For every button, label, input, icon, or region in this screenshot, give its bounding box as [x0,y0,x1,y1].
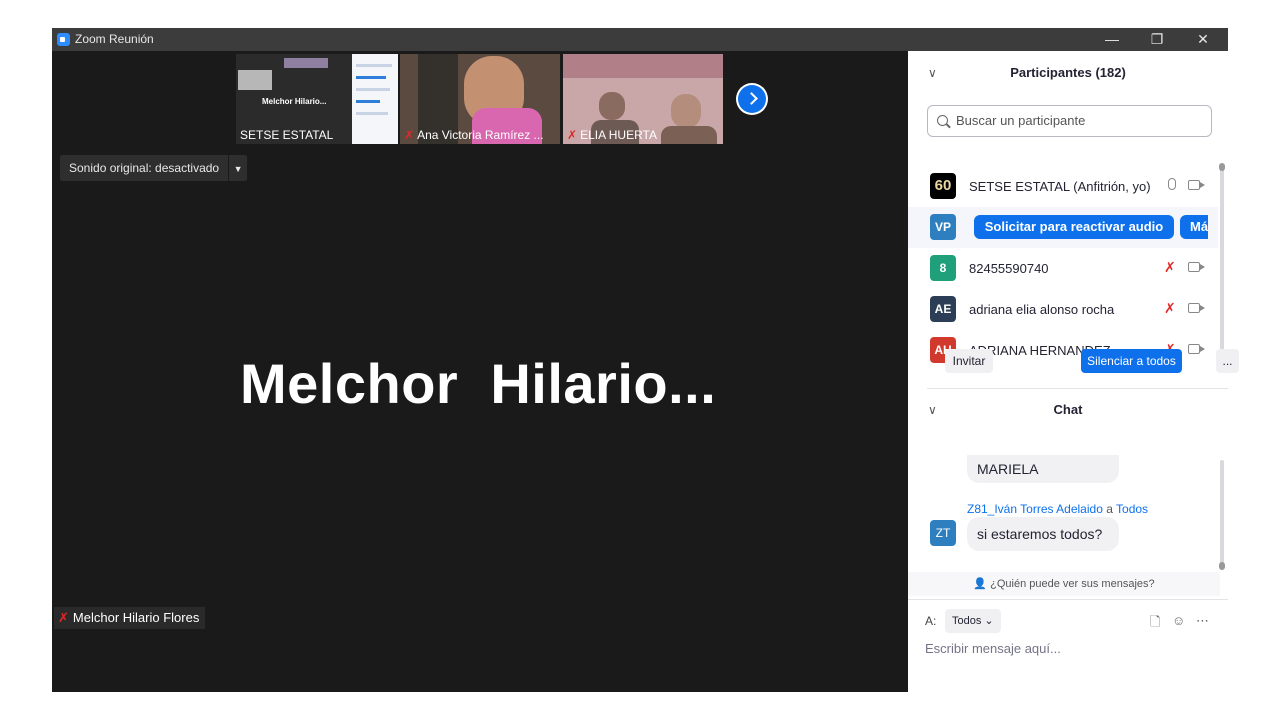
participants-title: Participantes (182) [1010,65,1126,80]
recipient-select-value: Todos [952,615,982,627]
close-button[interactable]: ✕ [1180,28,1226,51]
chat-message-header: Z81_Iván Torres Adelaido a Todos [967,502,1148,516]
chat-to-word: a [1106,502,1113,516]
participant-row[interactable]: VP Solicitar para reactivar audio Más [908,207,1218,248]
avatar: AE [930,296,956,322]
composer-divider [908,599,1228,600]
more-button[interactable]: Más [1180,215,1208,239]
chevron-down-icon: ⌄ [984,615,994,627]
side-panel: ∨ Participantes (182) Buscar un particip… [908,51,1239,692]
shared-window-preview [352,54,398,144]
title-bar: Zoom Reunión — ❐ ✕ [52,28,1228,51]
zoom-window: Zoom Reunión — ❐ ✕ Melchor Hilario... SE… [52,28,1239,692]
search-icon [937,115,948,126]
video-thumbnail[interactable]: ✗ ELIA HUERTA [563,54,723,144]
muted-mic-icon: ✗ [567,128,578,142]
participants-scroll-thumb[interactable] [1219,163,1225,171]
person-lock-icon: 👤 [973,578,988,590]
file-icon[interactable]: 🗋 [1150,613,1160,635]
video-camera-icon[interactable] [1188,262,1205,272]
participant-row[interactable]: AE adriana elia alonso rocha ✗ [908,289,1218,330]
participant-search-input[interactable]: Buscar un participante [927,105,1212,137]
chevron-down-icon[interactable]: ∨ [928,388,937,432]
muted-mic-icon[interactable]: ✗ [1164,300,1176,317]
video-thumbnail[interactable]: Melchor Hilario... SETSE ESTATAL [236,54,398,144]
emoji-icon[interactable]: ☺ [1172,613,1185,628]
ask-to-unmute-button[interactable]: Solicitar para reactivar audio [974,215,1174,239]
participant-row[interactable]: 60 SETSE ESTATAL (Anfitrión, yo) [908,166,1218,207]
chat-message: MARIELA [967,455,1119,483]
chat-header: ∨ Chat [908,388,1228,432]
chat-recipient: Todos [1116,502,1149,516]
participants-scrollbar[interactable] [1220,166,1224,361]
participant-name: 82455590740 [969,261,1049,276]
video-camera-icon[interactable] [1188,344,1205,354]
thumbnail-name-text: ELIA HUERTA [580,128,657,142]
to-label: A: [925,614,937,628]
video-thumbnail[interactable]: ✗ Ana Victoria Ramírez ... [400,54,560,144]
avatar: VP [930,214,956,240]
mic-icon[interactable] [1168,178,1176,190]
chevron-down-icon[interactable]: ∨ [928,51,937,95]
meeting-stage: Melchor Hilario... SETSE ESTATAL ✗ Ana Vi… [52,51,908,692]
thumbnail-name: ✗ Ana Victoria Ramírez ... [404,128,544,142]
thumbnail-name-text: Ana Victoria Ramírez ... [417,128,544,142]
participant-name: SETSE ESTATAL (Anfitrión, yo) [969,179,1151,194]
avatar: 8 [930,255,956,281]
chat-scroll-thumb[interactable] [1219,562,1225,570]
participant-row[interactable]: 8 82455590740 ✗ [908,248,1218,289]
recipient-select[interactable]: Todos ⌄ [945,609,1001,633]
next-page-button[interactable] [736,83,768,115]
active-speaker-name: Melchor Hilario... [240,352,717,415]
preview-speaker-text: Melchor Hilario... [262,97,327,106]
original-sound-toggle[interactable]: Sonido original: desactivado ▼ [60,155,248,182]
search-placeholder: Buscar un participante [956,113,1086,128]
message-input[interactable]: Escribir mensaje aquí... [925,641,1061,656]
muted-mic-icon: ✗ [58,610,69,625]
more-icon[interactable]: ⋯ [1196,613,1209,629]
muted-mic-icon[interactable]: ✗ [1164,259,1176,276]
zoom-logo-icon [57,33,70,46]
minimize-button[interactable]: — [1089,28,1135,51]
muted-mic-icon: ✗ [404,128,415,142]
invite-button[interactable]: Invitar [945,349,993,373]
who-can-see-text: ¿Quién puede ver sus mensajes? [990,578,1155,590]
thumbnail-name: ✗ ELIA HUERTA [567,128,657,142]
video-camera-icon[interactable] [1188,303,1205,313]
more-options-button[interactable]: ... [1216,349,1239,373]
who-can-see-link[interactable]: 👤 ¿Quién puede ver sus mensajes? [908,572,1220,596]
avatar: 60 [930,173,956,199]
restore-button[interactable]: ❐ [1134,28,1180,51]
window-title: Zoom Reunión [75,32,154,46]
chat-title: Chat [1053,402,1083,417]
participant-name: adriana elia alonso rocha [969,302,1115,317]
chat-scrollbar[interactable] [1220,460,1224,564]
speaker-name-tag-text: Melchor Hilario Flores [72,610,200,625]
video-camera-icon[interactable] [1188,180,1205,190]
speaker-name-tag: ✗ Melchor Hilario Flores [54,607,206,629]
avatar: ZT [930,520,956,546]
mute-all-button[interactable]: Silenciar a todos [1081,349,1182,373]
chat-message: si estaremos todos? [967,517,1119,551]
original-sound-label: Sonido original: desactivado [60,155,230,181]
thumbnail-name: SETSE ESTATAL [240,128,334,142]
chat-sender[interactable]: Z81_Iván Torres Adelaido [967,502,1103,516]
chevron-down-icon[interactable]: ▼ [229,156,247,182]
participants-header: ∨ Participantes (182) [908,51,1228,95]
